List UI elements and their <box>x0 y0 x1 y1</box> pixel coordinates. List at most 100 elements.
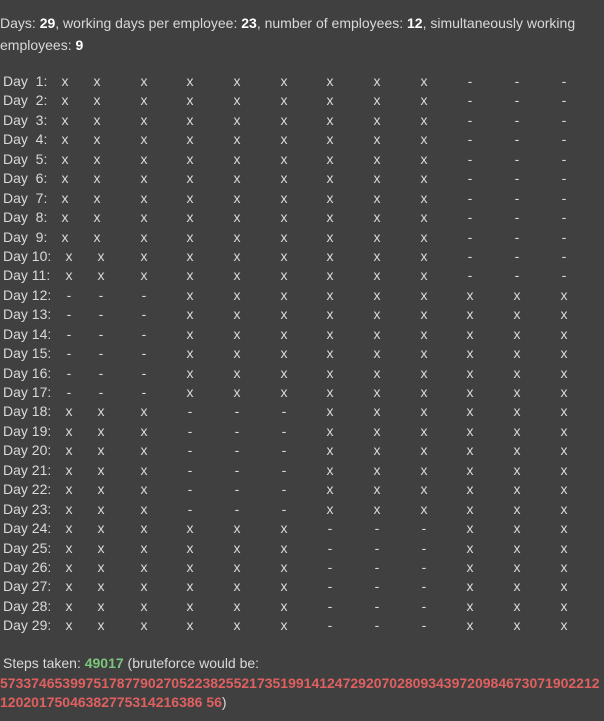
working-mark: x <box>560 442 568 459</box>
off-mark: - <box>421 539 427 556</box>
working-mark: x <box>420 461 428 478</box>
off-mark: - <box>514 73 520 89</box>
working-mark: x <box>373 131 381 148</box>
day-label: Day 26: <box>3 558 52 575</box>
schedule-row: Day 3: x x x x x x x x x - - - <box>0 111 604 130</box>
working-mark: x <box>326 384 334 400</box>
working-mark: x <box>233 150 241 167</box>
working-mark: x <box>280 597 288 614</box>
schedule-row: Day 25: x x x x x x - - - x x x <box>0 539 604 558</box>
working-mark: x <box>420 267 428 284</box>
working-mark: x <box>373 111 381 128</box>
working-mark: x <box>186 247 194 264</box>
off-mark: - <box>561 131 567 148</box>
working-mark: x <box>61 111 69 128</box>
day-label: Day 6: <box>3 170 48 187</box>
day-label: Day 24: <box>3 520 52 537</box>
day-label: Day 20: <box>3 442 52 459</box>
working-mark: x <box>466 597 474 614</box>
off-mark: - <box>421 578 427 595</box>
working-mark: x <box>140 189 148 206</box>
off-mark: - <box>66 306 72 323</box>
working-mark: x <box>513 286 521 303</box>
working-mark: x <box>61 73 69 89</box>
off-mark: - <box>187 442 193 459</box>
off-mark: - <box>66 286 72 303</box>
off-mark: - <box>234 481 240 498</box>
day-label: Day 10: <box>3 247 52 264</box>
off-mark: - <box>514 131 520 148</box>
working-mark: x <box>233 306 241 323</box>
day-label: Day 11: <box>3 267 51 284</box>
working-mark: x <box>466 578 474 595</box>
working-mark: x <box>420 247 428 264</box>
working-mark: x <box>280 131 288 148</box>
working-mark: x <box>560 384 568 400</box>
working-mark: x <box>280 520 288 537</box>
working-mark: x <box>140 150 148 167</box>
working-mark: x <box>280 578 288 595</box>
off-mark: - <box>514 209 520 226</box>
off-mark: - <box>421 597 427 614</box>
working-mark: x <box>513 403 521 420</box>
off-mark: - <box>98 345 104 362</box>
off-mark: - <box>561 111 567 128</box>
working-mark: x <box>140 442 148 459</box>
working-mark: x <box>140 461 148 478</box>
working-mark: x <box>65 422 73 439</box>
working-mark: x <box>373 247 381 264</box>
steps-label: Steps taken: <box>3 655 85 671</box>
working-mark: x <box>65 481 73 498</box>
working-mark: x <box>233 578 241 595</box>
off-mark: - <box>374 520 380 537</box>
off-mark: - <box>66 384 72 400</box>
working-mark: x <box>560 345 568 362</box>
working-mark: x <box>513 617 521 634</box>
working-mark: x <box>186 558 194 575</box>
day-label: Day 7: <box>3 189 48 206</box>
working-mark: x <box>326 364 334 381</box>
working-mark: x <box>373 384 381 400</box>
working-mark: x <box>326 461 334 478</box>
working-mark: x <box>560 539 568 556</box>
working-mark: x <box>186 384 194 400</box>
off-mark: - <box>141 364 147 381</box>
schedule-row: Day 1: x x x x x x x x x - - - <box>0 72 604 91</box>
working-mark: x <box>560 578 568 595</box>
working-mark: x <box>186 170 194 187</box>
working-mark: x <box>560 403 568 420</box>
working-mark: x <box>373 403 381 420</box>
working-mark: x <box>466 558 474 575</box>
day-label: Day 4: <box>3 131 48 148</box>
day-label: Day 16: <box>3 364 52 381</box>
working-mark: x <box>233 131 241 148</box>
schedule-row: Day 21: x x x - - - x x x x x x <box>0 461 604 480</box>
off-mark: - <box>467 228 473 245</box>
off-mark: - <box>187 481 193 498</box>
working-mark: x <box>93 189 101 206</box>
working-mark: x <box>280 539 288 556</box>
working-mark: x <box>420 92 428 109</box>
schedule-row: Day 28: x x x x x x - - - x x x <box>0 597 604 616</box>
day-label: Day 3: <box>3 111 48 128</box>
working-mark: x <box>373 189 381 206</box>
working-mark: x <box>373 150 381 167</box>
off-mark: - <box>141 325 147 342</box>
working-mark: x <box>233 520 241 537</box>
working-mark: x <box>140 131 148 148</box>
schedule-row: Day 10: x x x x x x x x x - - - <box>0 247 604 266</box>
working-mark: x <box>513 442 521 459</box>
working-mark: x <box>140 617 148 634</box>
day-label: Day 19: <box>3 422 52 439</box>
schedule-row: Day 26: x x x x x x - - - x x x <box>0 558 604 577</box>
schedule-row: Day 13: - - - x x x x x x x x x <box>0 305 604 324</box>
working-mark: x <box>326 422 334 439</box>
day-label: Day 28: <box>3 597 52 614</box>
working-mark: x <box>186 345 194 362</box>
working-mark: x <box>140 111 148 128</box>
working-mark: x <box>280 92 288 109</box>
working-mark: x <box>97 247 105 264</box>
working-mark: x <box>466 364 474 381</box>
working-mark: x <box>560 422 568 439</box>
off-mark: - <box>514 247 520 264</box>
